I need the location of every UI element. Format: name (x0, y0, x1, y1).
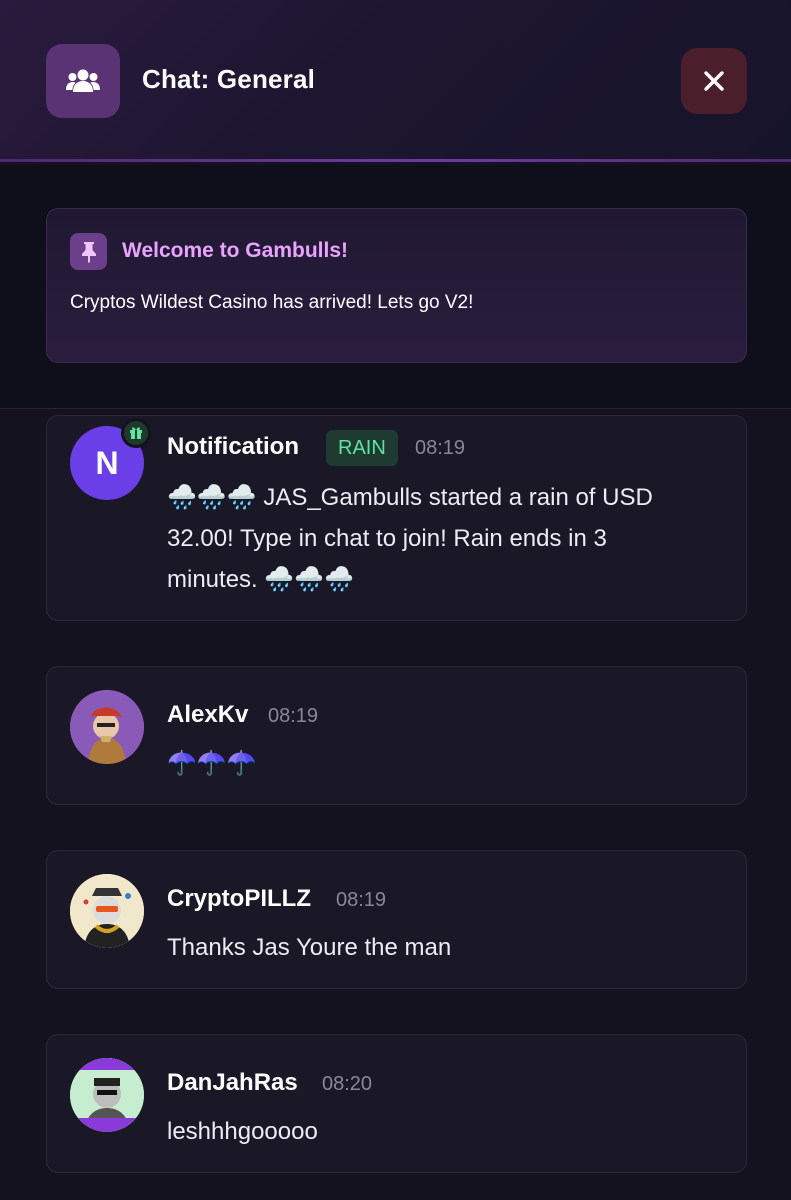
message-time: 08:19 (336, 889, 387, 911)
pinned-message: Welcome to Gambulls! Cryptos Wildest Cas… (46, 208, 747, 363)
message-text-line: minutes. 🌧️🌧️🌧️ (167, 566, 355, 593)
close-icon (704, 71, 724, 91)
message-time: 08:19 (415, 437, 466, 459)
message-text-line: 🌧️🌧️🌧️ JAS_Gambulls started a rain of US… (167, 484, 653, 511)
message-time: 08:20 (322, 1073, 373, 1095)
chat-room-icon-box (46, 44, 120, 118)
pinned-text: Cryptos Wildest Casino has arrived! Lets… (70, 292, 474, 313)
message-text: Thanks Jas Youre the man (167, 934, 452, 961)
pinned-title: Welcome to Gambulls! (122, 239, 348, 262)
chat-message: N Notification RAIN 08:19 🌧️🌧️🌧️ JAS_Gam… (46, 415, 747, 621)
message-username[interactable]: Notification (167, 433, 299, 461)
message-text: ☂️☂️☂️ (167, 750, 257, 777)
avatar[interactable] (70, 1058, 144, 1132)
message-username[interactable]: DanJahRas (167, 1069, 298, 1097)
gift-icon (121, 418, 151, 448)
avatar[interactable] (70, 690, 144, 764)
chat-title: Chat: General (142, 64, 316, 94)
header-divider (0, 159, 791, 162)
close-chat-button[interactable] (681, 48, 747, 114)
chat-header: Chat: General (0, 0, 791, 162)
message-time: 08:19 (268, 705, 319, 727)
chat-message: AlexKv 08:19 ☂️☂️☂️ (46, 666, 747, 805)
avatar[interactable] (70, 874, 144, 948)
chat-message: DanJahRas 08:20 leshhhgooooo (46, 1034, 747, 1173)
message-text: leshhhgooooo (167, 1118, 318, 1145)
pin-icon (81, 241, 96, 263)
message-username[interactable]: AlexKv (167, 701, 248, 729)
pinned-area: Welcome to Gambulls! Cryptos Wildest Cas… (0, 165, 791, 409)
pin-icon-box (70, 233, 107, 270)
rain-badge: RAIN (326, 430, 398, 466)
message-username[interactable]: CryptoPILLZ (167, 885, 311, 913)
chat-message: CryptoPILLZ 08:19 Thanks Jas Youre the m… (46, 850, 747, 989)
message-text-line: 32.00! Type in chat to join! Rain ends i… (167, 525, 607, 552)
users-icon (66, 69, 100, 92)
